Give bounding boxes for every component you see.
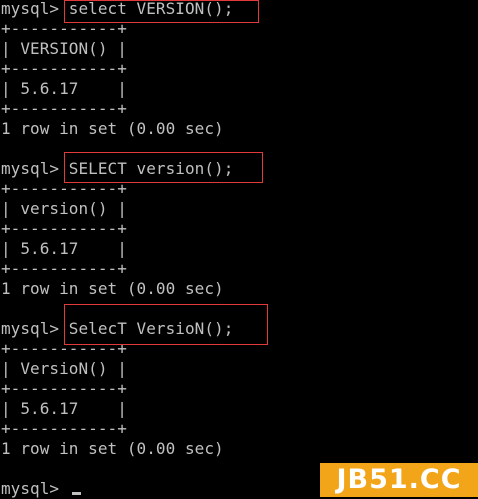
table-border: +-----------+ [1,219,127,238]
table-border: +-----------+ [1,259,127,278]
text-cursor [72,492,81,495]
command-highlight-box [64,152,263,183]
result-status: 1 row in set (0.00 sec) [1,279,224,298]
table-cell: | 5.6.17 | [1,399,127,418]
site-watermark-logo: JB51.CC [320,463,478,497]
table-header: | VERSION() | [1,39,127,58]
terminal-window[interactable]: mysql> select VERSION(); +-----------+ |… [0,0,478,499]
active-prompt[interactable]: mysql> [1,479,69,499]
table-header: | VersioN() | [1,359,127,378]
command-highlight-box [64,0,259,23]
table-border: +-----------+ [1,59,127,78]
result-status: 1 row in set (0.00 sec) [1,119,224,138]
table-cell: | 5.6.17 | [1,239,127,258]
command-highlight-box [64,304,268,345]
table-border: +-----------+ [1,419,127,438]
table-border: +-----------+ [1,99,127,118]
table-header: | version() | [1,199,127,218]
table-border: +-----------+ [1,379,127,398]
result-status: 1 row in set (0.00 sec) [1,439,224,458]
table-cell: | 5.6.17 | [1,79,127,98]
